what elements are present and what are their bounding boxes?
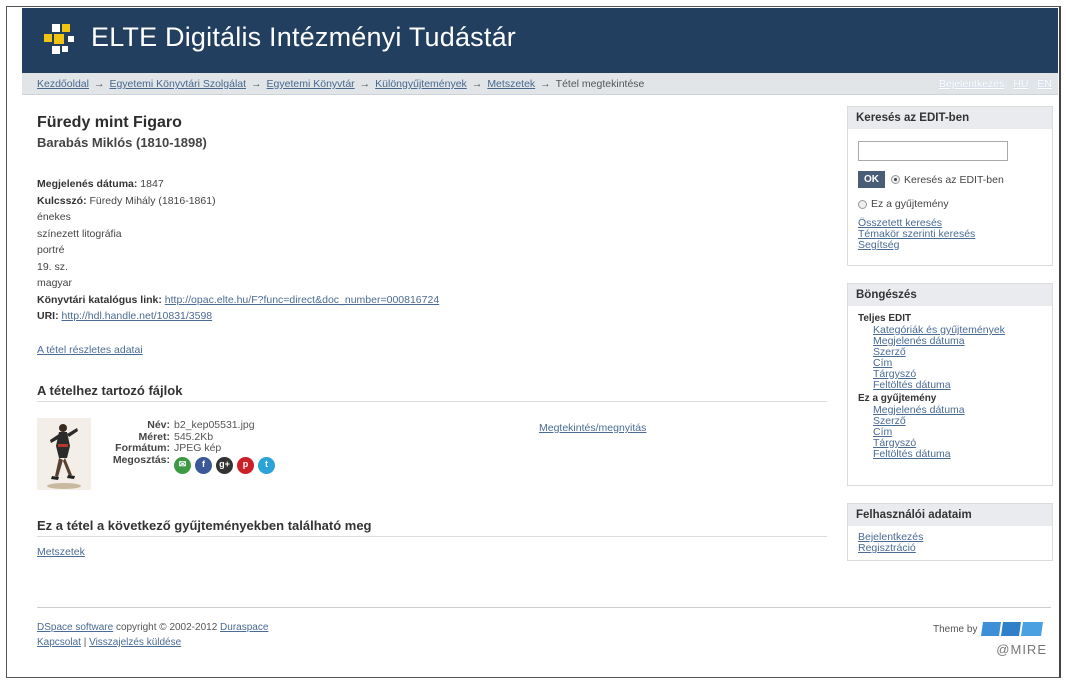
breadcrumb-link-service[interactable]: Egyetemi Könyvtári Szolgálat <box>109 78 246 90</box>
files-heading: A tételhez tartozó fájlok <box>37 383 827 402</box>
file-format: JPEG kép <box>174 442 222 454</box>
radio-this-collection-label: Ez a gyűjtemény <box>871 198 949 210</box>
item-view: Füredy mint Figaro Barabás Miklós (1810-… <box>37 104 827 558</box>
file-name: b2_kep05531.jpg <box>174 419 255 431</box>
contact-link[interactable]: Kapcsolat <box>37 637 81 648</box>
item-metadata: Megjelenés dátuma: 1847 Kulcsszó: Füredy… <box>37 176 439 325</box>
facebook-icon[interactable]: f <box>195 456 212 474</box>
breadcrumb-link-special-collections[interactable]: Különgyűjtemények <box>375 78 467 90</box>
keyword-label: Kulcsszó: <box>37 194 87 207</box>
search-input[interactable] <box>858 141 1008 161</box>
browse-heading: Böngészés <box>848 284 1052 306</box>
browse-body: Teljes EDIT Kategóriák és gyűjtemények M… <box>848 306 1052 466</box>
file-info: Név: b2_kep05531.jpg Méret: 545.2Kb Formát… <box>97 419 275 474</box>
browse-collection-links: Megjelenés dátuma Szerző Cím Tárgyszó Fe… <box>858 405 1042 460</box>
atmire-text: @MIRE <box>996 642 1047 657</box>
breadcrumb-link-home[interactable]: Kezdőoldal <box>37 78 89 90</box>
figaro-thumbnail-image <box>37 418 91 490</box>
search-body: OK Keresés az EDIT-ben Ez a gyűjtemény Ö… <box>848 129 1052 257</box>
copyright-text: copyright © 2002-2012 <box>115 622 218 633</box>
catalog-label: Könyvtári katalógus link: <box>37 293 162 306</box>
item-details-link[interactable]: A tétel részletes adatai <box>37 344 143 356</box>
user-heading: Felhasználói adataim <box>848 504 1052 526</box>
lang-hu-link[interactable]: HU <box>1013 78 1028 90</box>
login-link[interactable]: Bejelentkezés <box>939 78 1004 90</box>
top-nav: Bejelentkezés HU EN <box>933 78 1052 90</box>
radio-all-edit[interactable] <box>891 175 900 184</box>
user-body: Bejelentkezés Regisztráció <box>848 526 1052 560</box>
googleplus-icon[interactable]: g+ <box>216 456 233 474</box>
search-box: Keresés az EDIT-ben OK Keresés az EDIT-b… <box>847 106 1053 266</box>
radio-this-collection[interactable] <box>858 199 867 209</box>
date-label: Megjelenés dátuma: <box>37 178 138 190</box>
breadcrumb-current: Tétel megtekintése <box>555 78 645 90</box>
share-icons: ✉ f g+ p t <box>174 456 275 474</box>
edit-logo-icon[interactable] <box>44 24 80 60</box>
footer: DSpace software copyright © 2002-2012 Du… <box>37 607 1051 657</box>
catalog-link[interactable]: http://opac.elte.hu/F?func=direct&doc_nu… <box>165 294 439 306</box>
breadcrumb-link-engravings[interactable]: Metszetek <box>487 78 535 90</box>
breadcrumb-arrow-icon: → <box>93 78 105 90</box>
keyword-value: magyar <box>37 277 73 289</box>
collection-link[interactable]: Metszetek <box>37 546 85 558</box>
search-ok-button[interactable]: OK <box>858 171 885 188</box>
item-author: Barabás Miklós (1810-1898) <box>37 135 207 150</box>
search-options: OK Keresés az EDIT-ben <box>858 171 1042 188</box>
collections-heading: Ez a tétel a következő gyűjteményekben t… <box>37 518 827 537</box>
uri-label: URI: <box>37 310 59 322</box>
search-heading: Keresés az EDIT-ben <box>848 107 1052 129</box>
file-format-label: Formátum: <box>115 442 170 454</box>
breadcrumb-link-library[interactable]: Egyetemi Könyvtár <box>267 78 355 90</box>
browse-box: Böngészés Teljes EDIT Kategóriák és gyűj… <box>847 283 1053 486</box>
search-links: Összetett keresés Témakör szerinti keres… <box>858 218 1042 251</box>
keyword-value: énekes <box>37 211 71 223</box>
browse-all-links: Kategóriák és gyűjtemények Megjelenés dá… <box>858 325 1042 391</box>
dspace-link[interactable]: DSpace software <box>37 622 113 633</box>
theme-credit[interactable]: Theme by @MIRE <box>921 614 1051 662</box>
keyword-value: 19. sz. <box>37 260 68 273</box>
keyword-value: Füredy Mihály (1816-1861) <box>89 194 216 207</box>
register-link[interactable]: Regisztráció <box>858 543 1042 554</box>
view-open-link[interactable]: Megtekintés/megnyitás <box>539 422 646 434</box>
breadcrumb-bar: Kezdőoldal → Egyetemi Könyvtári Szolgálat →… <box>22 73 1058 95</box>
breadcrumb: Kezdőoldal → Egyetemi Könyvtári Szolgálat →… <box>37 78 644 90</box>
site-header: ELTE Digitális Intézményi Tudástár <box>22 8 1058 73</box>
footer-separator: | <box>83 637 87 648</box>
user-box: Felhasználói adataim Bejelentkezés Regis… <box>847 503 1053 561</box>
site-title[interactable]: ELTE Digitális Intézményi Tudástár <box>91 22 516 53</box>
breadcrumb-arrow-icon: → <box>359 78 371 90</box>
radio-row: Ez a gyűjtemény <box>858 198 1042 210</box>
help-link[interactable]: Segítség <box>858 240 1042 251</box>
twitter-icon[interactable]: t <box>258 456 275 474</box>
coll-browse-upload-date-link[interactable]: Feltöltés dátuma <box>858 449 1042 460</box>
duraspace-link[interactable]: Duraspace <box>220 622 268 633</box>
pinterest-icon[interactable]: p <box>237 456 254 474</box>
browse-upload-date-link[interactable]: Feltöltés dátuma <box>858 380 1042 391</box>
date-value: 1847 <box>140 178 164 190</box>
breadcrumb-arrow-icon: → <box>251 78 262 90</box>
keyword-value: színezett litográfia <box>37 227 122 240</box>
feedback-link[interactable]: Visszajelzés küldése <box>89 637 181 648</box>
footer-text: DSpace software copyright © 2002-2012 Du… <box>37 620 268 650</box>
file-name-label: Név: <box>147 419 170 431</box>
breadcrumb-arrow-icon: → <box>540 78 551 90</box>
theme-by-label: Theme by <box>933 624 978 635</box>
breadcrumb-arrow-icon: → <box>471 78 483 90</box>
uri-link[interactable]: http://hdl.handle.net/10831/3598 <box>62 310 213 322</box>
radio-all-edit-label: Keresés az EDIT-ben <box>904 173 1004 186</box>
share-label: Megosztás: <box>112 453 170 466</box>
file-thumbnail[interactable] <box>37 418 91 490</box>
email-icon[interactable]: ✉ <box>174 456 191 474</box>
item-title: Füredy mint Figaro <box>37 114 182 131</box>
keyword-value: portré <box>37 244 65 256</box>
lang-en-link[interactable]: EN <box>1037 78 1052 90</box>
